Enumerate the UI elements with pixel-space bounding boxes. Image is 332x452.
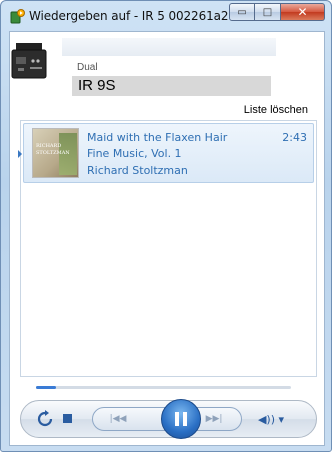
track-title: Maid with the Flaxen Hair [87, 131, 228, 144]
device-header-strip [62, 38, 276, 56]
album-cover: RICHARD STOLTZMAN [32, 128, 79, 178]
play-to-icon [10, 9, 25, 24]
track-album: Fine Music, Vol. 1 [87, 147, 182, 160]
playlist-item[interactable]: RICHARD STOLTZMAN Maid with the Flaxen H… [18, 123, 314, 183]
device-name: IR 9S [78, 77, 116, 94]
repeat-icon[interactable] [36, 410, 54, 428]
title-bar[interactable]: Wiedergeben auf - IR 5 002261a2 54:8 ▭ □… [1, 1, 331, 31]
track-artist: Richard Stoltzman [87, 164, 188, 177]
client-area: Dual IR 9S Liste löschen RICHARD STOLTZM… [9, 31, 325, 446]
pause-button[interactable] [161, 399, 201, 439]
seek-bar[interactable] [36, 386, 291, 389]
close-button[interactable]: ✕ [281, 3, 325, 21]
stop-button[interactable] [63, 414, 72, 423]
previous-button[interactable]: |◀◀ [103, 411, 133, 427]
volume-button[interactable]: ◀)) ▾ [253, 411, 289, 427]
pause-icon [175, 412, 187, 426]
caption-buttons: ▭ □ ✕ [229, 3, 325, 21]
clear-list-link[interactable]: Liste löschen [244, 104, 308, 116]
minimize-button[interactable]: ▭ [229, 3, 255, 21]
window-title: Wiedergeben auf - IR 5 002261a2 54:8 [29, 9, 259, 23]
device-brand: Dual [77, 62, 98, 73]
maximize-button[interactable]: □ [255, 3, 281, 21]
cover-text-2: STOLTZMAN [36, 150, 70, 156]
cover-text-1: RICHARD [36, 143, 62, 149]
playlist: RICHARD STOLTZMAN Maid with the Flaxen H… [18, 120, 317, 377]
transport-controls: |◀◀ ▶▶| ◀)) ▾ [20, 399, 317, 439]
now-playing-indicator [18, 150, 22, 158]
seek-progress [36, 386, 57, 389]
radio-device-icon [11, 43, 47, 79]
play-to-window: Wiedergeben auf - IR 5 002261a2 54:8 ▭ □… [0, 0, 332, 452]
next-button[interactable]: ▶▶| [199, 411, 229, 427]
track-duration: 2:43 [282, 131, 307, 144]
